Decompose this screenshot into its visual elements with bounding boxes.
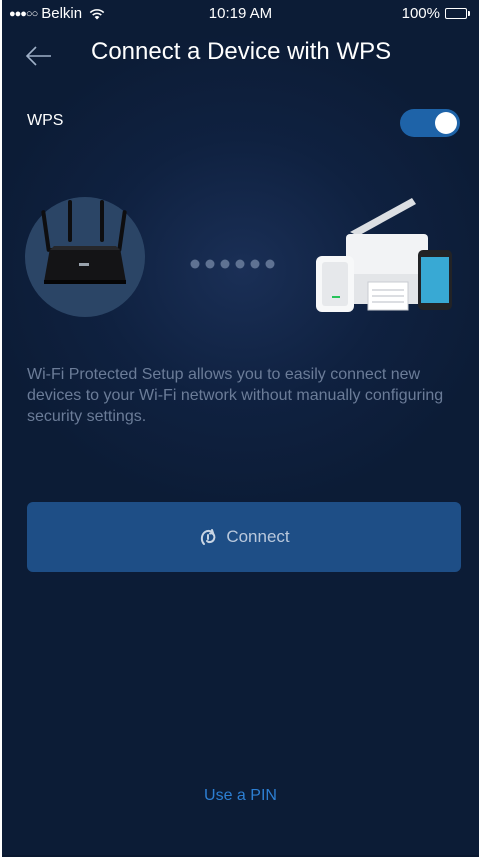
wps-screen: ●●●○○ Belkin 10:19 AM 100% Connect a Dev… — [2, 0, 479, 857]
use-pin-link[interactable]: Use a PIN — [2, 787, 479, 805]
devices-icon — [316, 198, 452, 312]
wps-illustration — [25, 197, 452, 317]
connect-button[interactable]: Connect — [27, 502, 461, 572]
page-title: Connect a Device with WPS — [91, 38, 392, 65]
battery-icon — [445, 7, 471, 20]
status-right: 100% — [402, 5, 471, 22]
wps-label: WPS — [27, 112, 64, 129]
status-bar: ●●●○○ Belkin 10:19 AM 100% — [2, 0, 479, 28]
wps-description: Wi-Fi Protected Setup allows you to easi… — [27, 366, 444, 425]
arrow-left-icon — [25, 46, 51, 66]
header: Connect a Device with WPS — [2, 36, 479, 76]
back-button[interactable] — [22, 40, 54, 72]
router-icon — [25, 197, 145, 317]
toggle-knob — [435, 112, 457, 134]
wps-icon — [201, 529, 216, 545]
connection-dots — [190, 259, 275, 269]
connect-button-label: Connect — [226, 527, 290, 546]
battery-percent: 100% — [401, 5, 440, 22]
wps-toggle[interactable] — [400, 109, 460, 137]
